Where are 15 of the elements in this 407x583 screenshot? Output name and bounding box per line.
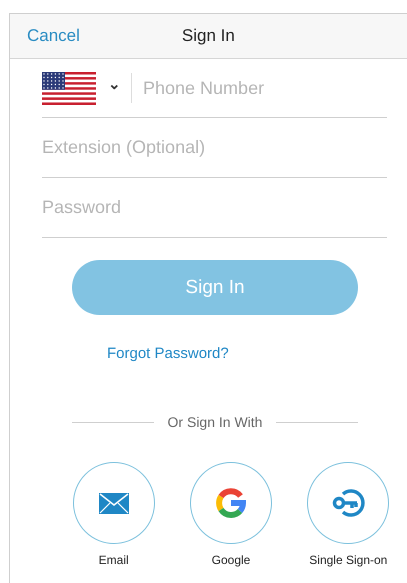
key-icon — [331, 489, 366, 517]
envelope-icon — [98, 492, 129, 514]
option-label: Google — [212, 553, 250, 567]
section-label: Or Sign In With — [168, 414, 262, 430]
option-label: Email — [98, 553, 129, 567]
flag-icon[interactable] — [42, 72, 96, 104]
phone-number-field[interactable]: Phone Number — [143, 74, 387, 102]
text-field[interactable]: Password — [42, 194, 387, 222]
text-field[interactable]: Extension (Optional) — [42, 134, 387, 162]
cancel-button[interactable]: Cancel — [27, 26, 80, 46]
caret-icon[interactable]: ⌄ — [108, 75, 121, 93]
option-label: Single Sign-on — [309, 553, 388, 567]
google-icon — [216, 488, 246, 518]
forgot-password-link[interactable]: Forgot Password? — [107, 345, 229, 362]
page-title: Sign In — [182, 26, 235, 46]
